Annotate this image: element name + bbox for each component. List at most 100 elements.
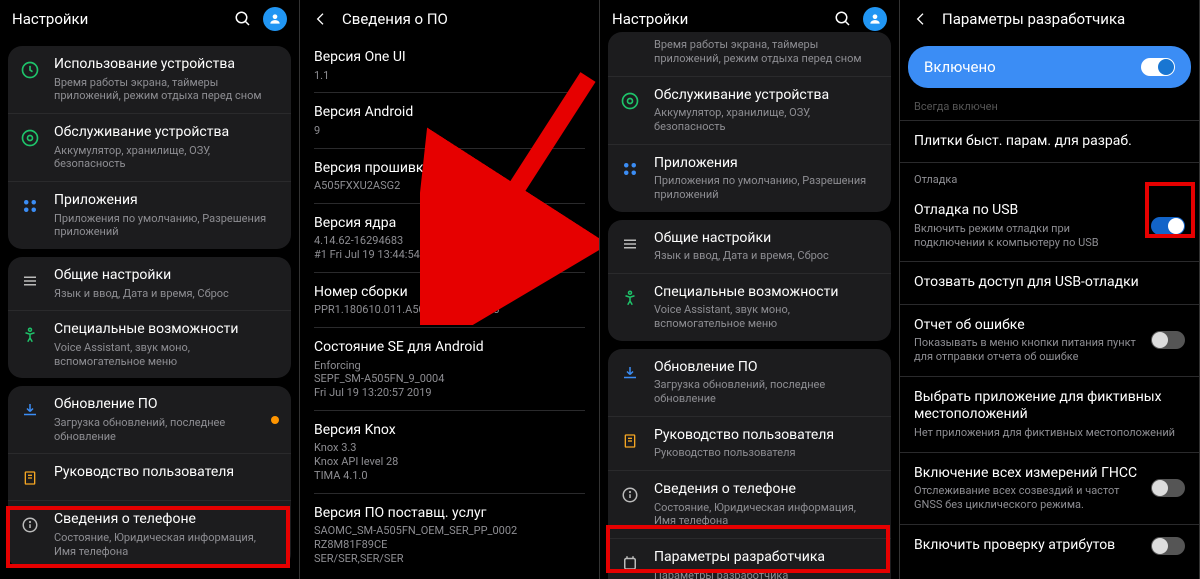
- row-user-manual[interactable]: Руководство пользователя Руководство пол…: [608, 416, 891, 470]
- profile-avatar[interactable]: [863, 7, 887, 31]
- row-knox-version[interactable]: Версия Knox Knox 3.3 Knox API level 28 T…: [314, 411, 585, 494]
- row-mock-location[interactable]: Выбрать приложение для фиктивных местопо…: [900, 377, 1199, 453]
- software-info-screen: Сведения о ПО Версия One UI 1.1 Версия A…: [300, 0, 600, 579]
- row-software-update[interactable]: Обновление ПО Загрузка обновлений, после…: [8, 386, 291, 453]
- row-title: Приложения: [654, 155, 879, 173]
- row-title: Обновление ПО: [654, 359, 879, 377]
- row-title: Обслуживание устройства: [654, 87, 879, 105]
- row-title: Включить проверку атрибутов: [914, 537, 1143, 555]
- row-sub: Язык и ввод, Дата и время, Сброс: [654, 249, 879, 263]
- row-sub: Время работы экрана, таймеры приложений,…: [54, 76, 279, 104]
- settings-group-3: Обновление ПО Загрузка обновлений, после…: [8, 386, 291, 568]
- developer-options-screen: Параметры разработчика Включено Всегда в…: [900, 0, 1200, 579]
- general-icon: [18, 269, 42, 293]
- software-info-list: Версия One UI 1.1 Версия Android 9 Верси…: [300, 38, 599, 575]
- row-sub: Время работы экрана, таймеры приложений,…: [654, 38, 879, 66]
- enabled-toggle[interactable]: [1141, 58, 1175, 76]
- row-baseband-version[interactable]: Версия прошивки A505FXXU2ASG2: [314, 149, 585, 204]
- row-sub: Параметры разработчика: [654, 569, 879, 579]
- row-general[interactable]: Общие настройки Язык и ввод, Дата и врем…: [608, 220, 891, 273]
- row-usb-debugging[interactable]: Отладка по USB Включить режим отладки пр…: [900, 190, 1199, 262]
- row-user-manual[interactable]: Руководство пользователя: [8, 453, 291, 500]
- usb-debugging-toggle[interactable]: [1151, 217, 1185, 235]
- row-title: Плитки быст. парам. для разраб.: [914, 133, 1185, 151]
- accessibility-icon: [618, 286, 642, 310]
- row-device-usage[interactable]: Время работы экрана, таймеры приложений,…: [608, 32, 891, 76]
- row-general[interactable]: Общие настройки Язык и ввод, Дата и врем…: [8, 257, 291, 310]
- row-device-usage[interactable]: Использование устройства Время работы эк…: [8, 46, 291, 113]
- settings-screen-1: Настройки Использование устройства Время…: [0, 0, 300, 579]
- row-title: Отозвать доступ для USB-отладки: [914, 274, 1185, 292]
- row-about-phone[interactable]: Сведения о телефоне Состояние, Юридическ…: [608, 470, 891, 538]
- header: Настройки: [0, 0, 299, 38]
- gnss-toggle[interactable]: [1151, 479, 1185, 497]
- row-sub: Аккумулятор, хранилище, ОЗУ, безопасност…: [54, 144, 279, 172]
- row-title: Сведения о телефоне: [54, 511, 279, 529]
- row-accessibility[interactable]: Специальные возможности Voice Assistant,…: [8, 310, 291, 378]
- row-sub: Язык и ввод, Дата и время, Сброс: [54, 287, 279, 301]
- header-title: Параметры разработчика: [942, 10, 1187, 28]
- view-attribute-toggle[interactable]: [1151, 537, 1185, 555]
- dev-icon: [618, 551, 642, 575]
- row-always-on[interactable]: Всегда включен: [900, 96, 1199, 121]
- row-device-care[interactable]: Обслуживание устройства Аккумулятор, хра…: [8, 113, 291, 181]
- row-title: Выбрать приложение для фиктивных местопо…: [914, 389, 1185, 424]
- apps-icon: [618, 157, 642, 181]
- row-view-attribute[interactable]: Включить проверку атрибутов: [900, 525, 1199, 567]
- row-title: Сведения о телефоне: [654, 481, 879, 499]
- bug-report-toggle[interactable]: [1151, 331, 1185, 349]
- section-debugging: Отладка: [900, 163, 1199, 190]
- row-apps[interactable]: Приложения Приложения по умолчанию, Разр…: [608, 144, 891, 212]
- row-revoke-usb[interactable]: Отозвать доступ для USB-отладки: [900, 262, 1199, 305]
- row-quick-tiles[interactable]: Плитки быст. парам. для разраб.: [900, 121, 1199, 164]
- back-icon[interactable]: [312, 10, 330, 28]
- settings-group-2: Общие настройки Язык и ввод, Дата и врем…: [8, 257, 291, 378]
- settings-group-2: Общие настройки Язык и ввод, Дата и врем…: [608, 220, 891, 341]
- row-title: Обслуживание устройства: [54, 124, 279, 142]
- row-oneui-version[interactable]: Версия One UI 1.1: [314, 38, 585, 93]
- search-icon[interactable]: [233, 9, 253, 29]
- row-title: Версия ядра: [314, 215, 585, 233]
- row-se-android[interactable]: Состояние SE для Android Enforcing SEPF_…: [314, 328, 585, 411]
- enabled-pill[interactable]: Включено: [908, 46, 1191, 88]
- row-bug-report[interactable]: Отчет об ошибке Показывать в меню кнопки…: [900, 305, 1199, 377]
- row-kernel-version[interactable]: Версия ядра 4.14.62-16294683 #1 Fri Jul …: [314, 204, 585, 273]
- notification-dot: [271, 416, 279, 424]
- row-sub: Состояние, Юридическая информация, Имя т…: [54, 531, 279, 559]
- row-sub: A505FXXU2ASG2: [314, 179, 585, 193]
- row-about-phone[interactable]: Сведения о телефоне Состояние, Юридическ…: [8, 500, 291, 568]
- row-sub: Приложения по умолчанию, Разрешения прил…: [654, 174, 879, 202]
- row-sub: Voice Assistant, звук моно, вспомогатель…: [54, 341, 279, 369]
- row-accessibility[interactable]: Специальные возможности Voice Assistant,…: [608, 273, 891, 341]
- row-title: Версия ПО поставщ. услуг: [314, 505, 585, 523]
- row-developer-options[interactable]: Параметры разработчика Параметры разрабо…: [608, 538, 891, 579]
- row-title: Специальные возможности: [654, 284, 879, 302]
- row-title: Всегда включен: [914, 100, 1185, 114]
- row-gnss[interactable]: Включение всех измерений ГНСС Отслеживан…: [900, 453, 1199, 525]
- usage-icon: [618, 38, 642, 62]
- row-title: Обновление ПО: [54, 396, 265, 414]
- row-title: Включение всех измерений ГНСС: [914, 465, 1143, 483]
- row-title: Версия прошивки: [314, 160, 585, 178]
- back-icon[interactable]: [912, 10, 930, 28]
- row-android-version[interactable]: Версия Android 9: [314, 93, 585, 148]
- header: Сведения о ПО: [300, 0, 599, 38]
- row-device-care[interactable]: Обслуживание устройства Аккумулятор, хра…: [608, 76, 891, 144]
- row-apps[interactable]: Приложения Приложения по умолчанию, Разр…: [8, 181, 291, 249]
- row-title: Состояние SE для Android: [314, 339, 585, 357]
- accessibility-icon: [18, 323, 42, 347]
- info-icon: [618, 483, 642, 507]
- row-sub: Загрузка обновлений, последнее обновлени…: [54, 416, 265, 444]
- row-software-update[interactable]: Обновление ПО Загрузка обновлений, после…: [608, 349, 891, 416]
- row-title: Руководство пользователя: [654, 427, 879, 445]
- profile-avatar[interactable]: [263, 7, 287, 31]
- row-sub: 4.14.62-16294683 #1 Fri Jul 19 13:44:54 …: [314, 234, 585, 262]
- row-service-provider-sw[interactable]: Версия ПО поставщ. услуг SAOMC_SM-A505FN…: [314, 494, 585, 576]
- row-title: Общие настройки: [54, 267, 279, 285]
- row-title: Специальные возможности: [54, 321, 279, 339]
- row-build-number[interactable]: Номер сборки PPR1.180610.011.A505FNPUU2A…: [314, 273, 585, 328]
- row-sub: Enforcing SEPF_SM-A505FN_9_0004 Fri Jul …: [314, 359, 585, 400]
- search-icon[interactable]: [833, 9, 853, 29]
- row-title: Версия One UI: [314, 49, 585, 67]
- row-title: Приложения: [54, 192, 279, 210]
